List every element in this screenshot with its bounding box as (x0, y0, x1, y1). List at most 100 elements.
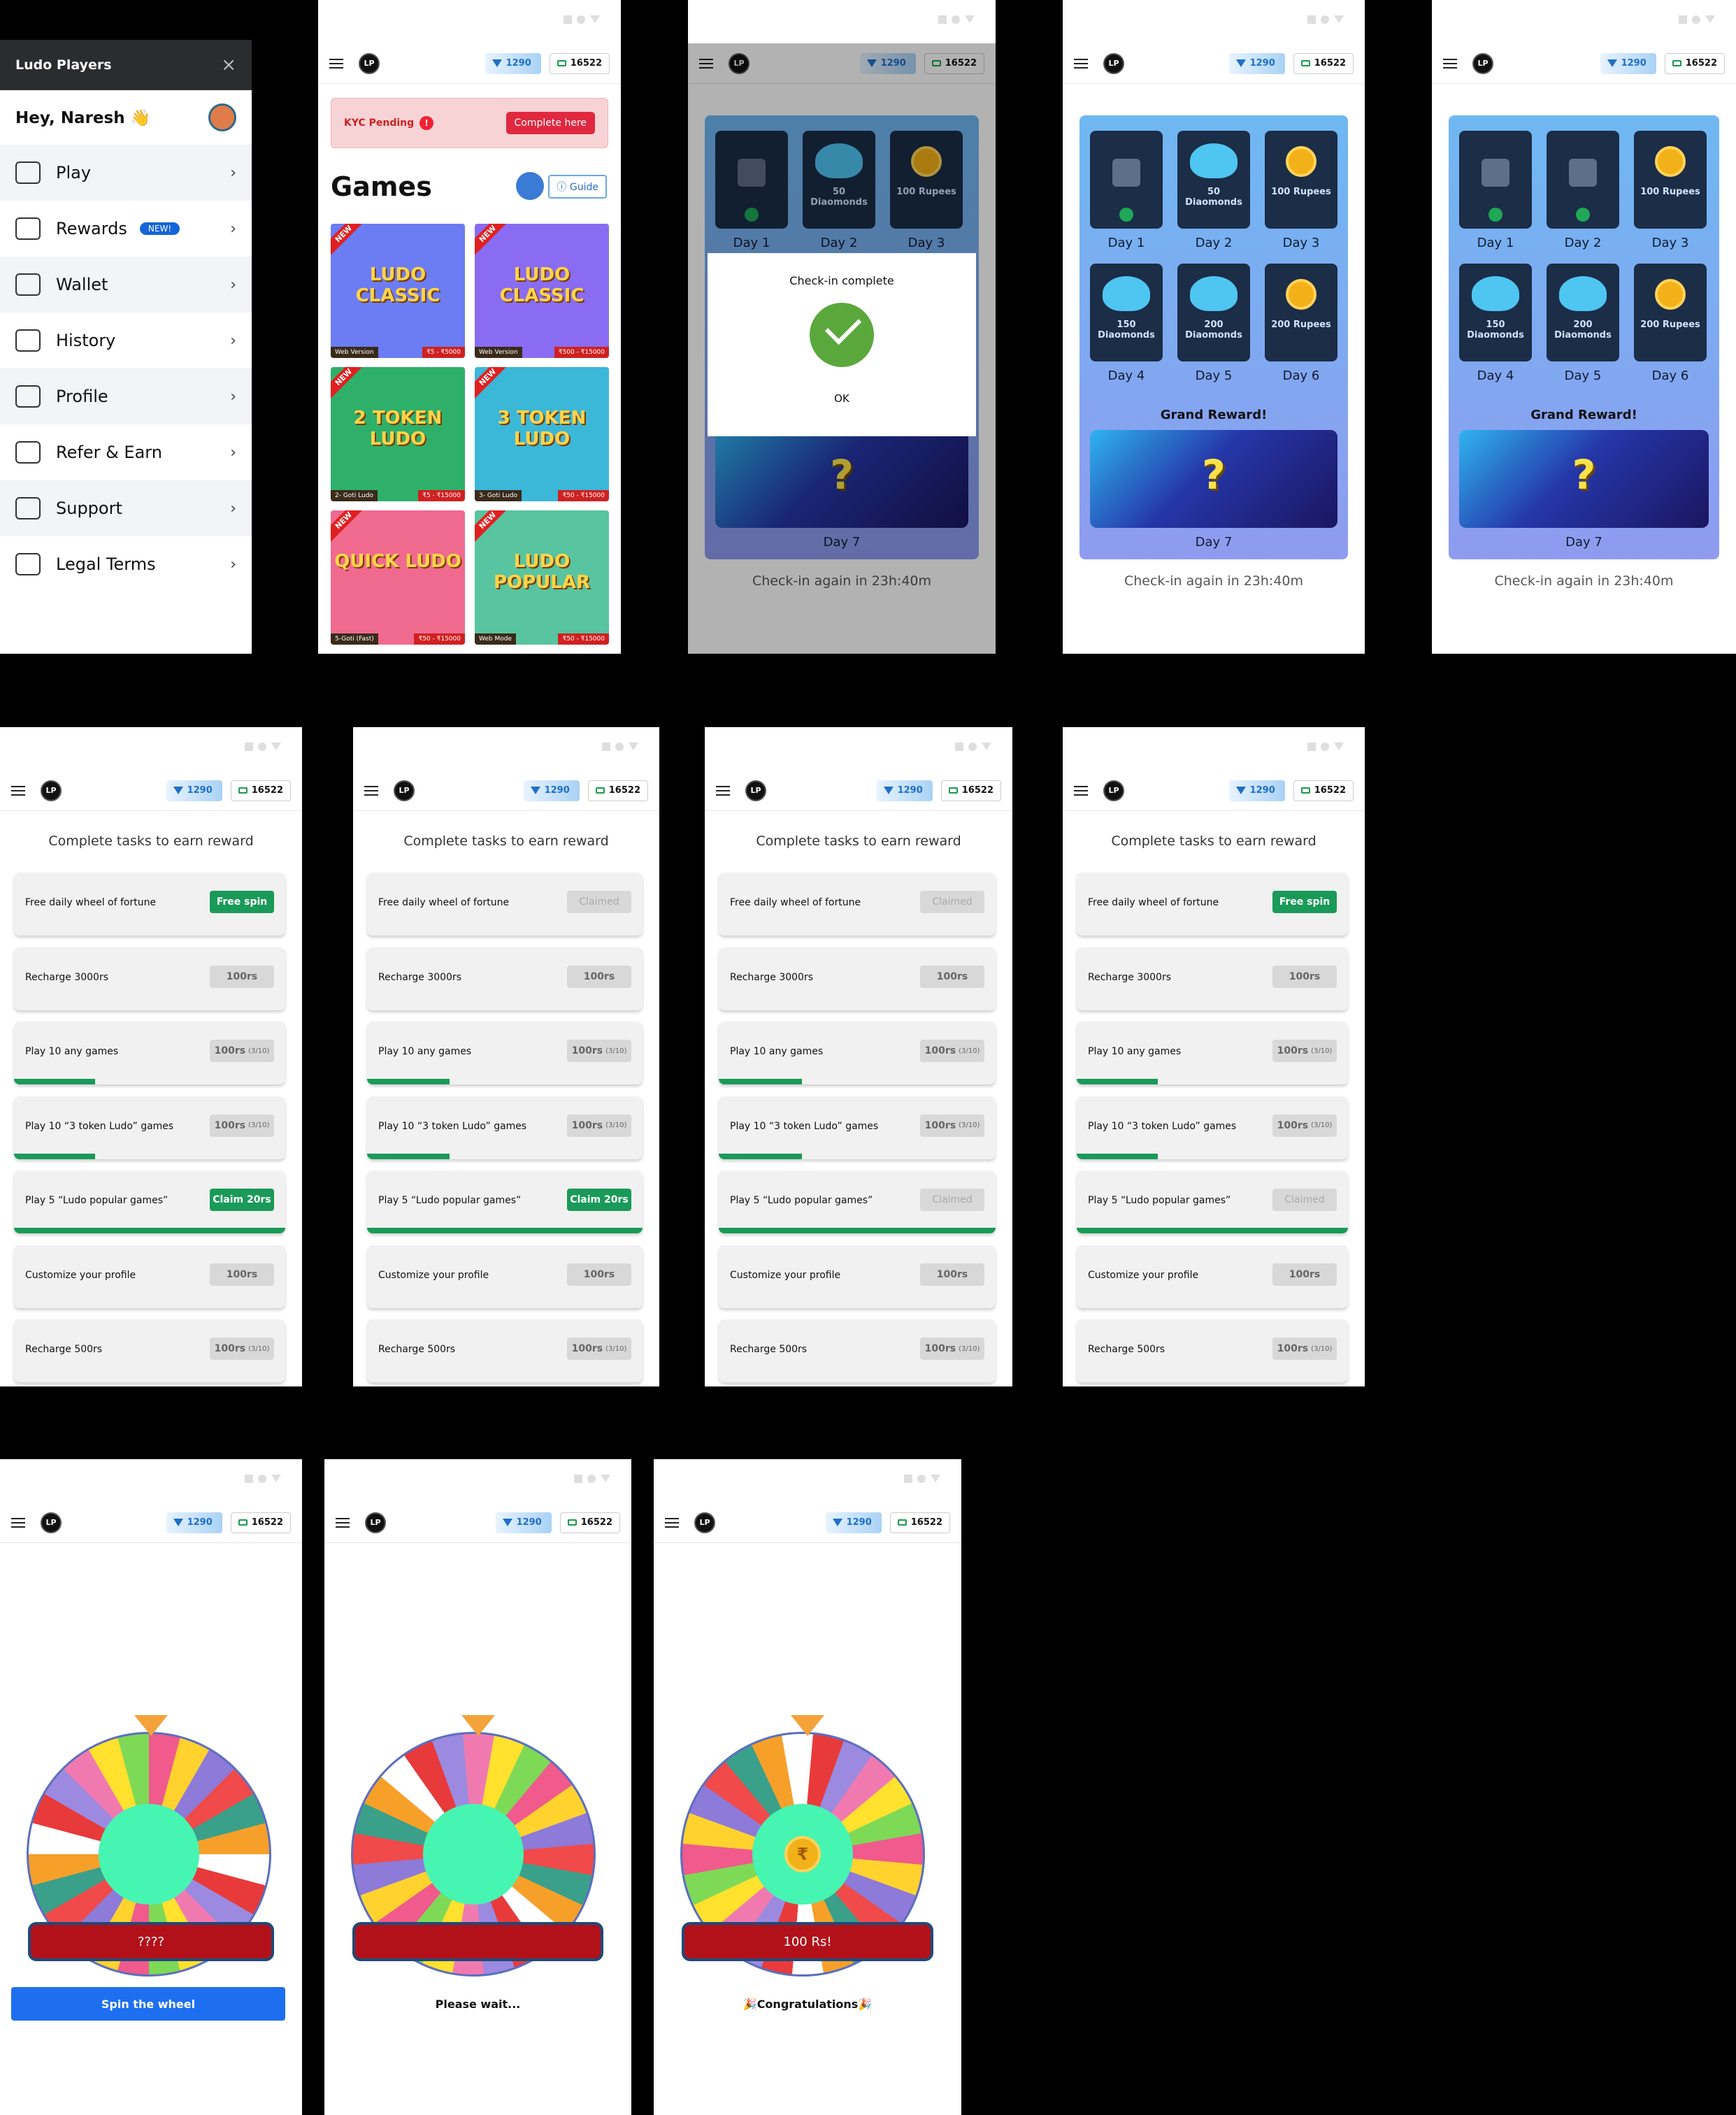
menu-icon[interactable] (1074, 58, 1088, 69)
reward-tile[interactable] (1090, 131, 1163, 229)
drawer-item-label: Profile (56, 387, 108, 406)
task-card: Customize your profile 100rs (719, 1245, 996, 1308)
diamond-icon (1472, 276, 1519, 311)
task-card: Recharge 500rs 100rs (3/10) (1077, 1319, 1348, 1382)
wheel-hub (423, 1804, 524, 1905)
task-label: Customize your profile (25, 1269, 136, 1281)
game-card[interactable]: NEW LUDO CLASSIC Web Version ₹500 - ₹15000 (475, 224, 609, 358)
day-label: Day 3 (1651, 236, 1689, 250)
diamond-balance[interactable]: 1290 (825, 1512, 882, 1533)
menu-icon[interactable] (665, 1517, 679, 1528)
reward-tile[interactable]: 150 Diaomonds (1459, 264, 1532, 361)
menu-icon[interactable] (1443, 58, 1457, 69)
menu-icon[interactable] (11, 785, 25, 796)
cash-balance[interactable]: 16522 (587, 780, 648, 801)
guide-button[interactable]: ⓘ Guide (548, 175, 607, 199)
diamond-balance[interactable]: 1290 (166, 1512, 222, 1533)
task-reward-button[interactable]: Claim 20rs (210, 1189, 274, 1211)
cash-balance[interactable]: 16522 (1664, 52, 1725, 74)
task-reward-button: 100rs (3/10) (1272, 1114, 1337, 1137)
reward-tile[interactable]: 200 Diaomonds (1547, 264, 1619, 361)
menu-icon[interactable] (1074, 785, 1088, 796)
menu-icon[interactable] (364, 785, 378, 796)
task-reward-button[interactable]: Free spin (1272, 891, 1337, 913)
game-amount: ₹50 - ₹15000 (558, 633, 609, 645)
spin-button[interactable]: Spin the wheel (11, 1987, 285, 2021)
cash-balance[interactable]: 16522 (1293, 52, 1354, 74)
task-reward-button[interactable]: Free spin (210, 891, 274, 913)
ok-button[interactable]: OK (708, 392, 976, 405)
cash-balance[interactable]: 16522 (940, 780, 1001, 801)
reward-tile[interactable] (1459, 131, 1532, 229)
question-icon: ? (1202, 451, 1226, 499)
cash-balance[interactable]: 16522 (230, 1512, 291, 1533)
drawer-item-7[interactable]: Legal Terms › (0, 536, 252, 592)
close-icon[interactable]: × (221, 55, 236, 76)
reward-tile[interactable]: 200 Rupees (1634, 264, 1707, 361)
diamond-balance[interactable]: 1290 (1600, 52, 1656, 74)
game-mode: Web Version (475, 347, 522, 358)
day-label: Day 5 (1564, 368, 1602, 383)
diamond-balance[interactable]: 1290 (166, 780, 222, 801)
avatar[interactable] (208, 103, 236, 131)
logo: LP (394, 780, 415, 801)
game-card[interactable]: NEW 2 TOKEN LUDO 2- Goti Ludo ₹5 - ₹15000 (331, 367, 465, 501)
reward-tile[interactable] (1547, 131, 1619, 229)
game-card[interactable]: NEW 3 TOKEN LUDO 3- Goti Ludo ₹50 - ₹15000 (475, 367, 609, 501)
day-label: Day 1 (1477, 236, 1514, 250)
reward-tile[interactable]: 200 Rupees (1265, 264, 1337, 361)
diamond-balance[interactable]: 1290 (876, 780, 933, 801)
reward-tile[interactable]: 50 Diaomonds (1177, 131, 1250, 229)
question-icon: ? (1572, 451, 1596, 499)
drawer-item-2[interactable]: Wallet › (0, 257, 252, 313)
diamond-balance[interactable]: 1290 (485, 52, 541, 74)
drawer-item-label: Refer & Earn (56, 443, 162, 462)
cash-balance[interactable]: 16522 (889, 1512, 950, 1533)
task-reward-button[interactable]: Claim 20rs (567, 1189, 631, 1211)
task-label: Customize your profile (378, 1269, 489, 1281)
day-label: Day 1 (1107, 236, 1145, 250)
grand-reward-tile[interactable]: ? (1459, 430, 1709, 528)
diamond-icon (173, 787, 183, 794)
diamond-balance[interactable]: 1290 (523, 780, 580, 801)
game-card[interactable]: NEW LUDO POPULAR Web Mode ₹50 - ₹15000 (475, 510, 609, 645)
task-progress: (3/10) (248, 1345, 270, 1353)
complete-kyc-button[interactable]: Complete here (505, 112, 595, 134)
cash-balance[interactable]: 16522 (549, 52, 610, 74)
drawer-item-0[interactable]: Play › (0, 145, 252, 201)
diamond-balance[interactable]: 1290 (495, 1512, 552, 1533)
cash-balance[interactable]: 16522 (1293, 780, 1354, 801)
game-title: LUDO CLASSIC (355, 264, 440, 306)
reward-tile[interactable]: 100 Rupees (1634, 131, 1707, 229)
reward-tile[interactable]: 100 Rupees (1265, 131, 1337, 229)
game-card[interactable]: NEW QUICK LUDO 5-Goti (Fast) ₹50 - ₹15000 (331, 510, 465, 645)
menu-icon[interactable] (716, 785, 730, 796)
menu-icon[interactable] (336, 1517, 350, 1528)
drawer-item-1[interactable]: Rewards NEW! › (0, 201, 252, 257)
diamond-balance[interactable]: 1290 (1228, 780, 1285, 801)
checkin-day1-screen: LP 1290 16522 Day 1 50 Diaomonds Day 2 100 … (1063, 0, 1365, 654)
calendar-icon[interactable] (516, 172, 544, 200)
reward-tile[interactable]: 150 Diaomonds (1090, 264, 1163, 361)
drawer-item-4[interactable]: Profile › (0, 368, 252, 424)
reward-tile[interactable]: 200 Diaomonds (1177, 264, 1250, 361)
drawer-item-5[interactable]: Refer & Earn › (0, 424, 252, 480)
wheel-hub: ₹ (752, 1804, 853, 1905)
game-card[interactable]: NEW LUDO CLASSIC Web Version ₹5 - ₹5000 (331, 224, 465, 358)
task-label: Recharge 3000rs (1088, 971, 1171, 983)
cash-balance[interactable]: 16522 (559, 1512, 620, 1533)
menu-icon[interactable] (329, 58, 343, 69)
diamond-balance[interactable]: 1290 (1228, 52, 1285, 74)
menu-icon[interactable] (11, 1517, 25, 1528)
task-reward-button: 100rs (567, 965, 631, 988)
logo: LP (1103, 780, 1124, 801)
game-title: LUDO POPULAR (493, 551, 591, 593)
drawer-item-3[interactable]: History › (0, 313, 252, 368)
drawer-item-6[interactable]: Support › (0, 480, 252, 536)
grand-reward-tile[interactable]: ? (1090, 430, 1337, 528)
cash-balance[interactable]: 16522 (230, 780, 291, 801)
greeting-row: Hey, Naresh 👋 (0, 90, 252, 145)
diamond-icon (502, 1519, 512, 1526)
page-title: Games (331, 171, 432, 202)
game-title: LUDO CLASSIC (499, 264, 584, 306)
